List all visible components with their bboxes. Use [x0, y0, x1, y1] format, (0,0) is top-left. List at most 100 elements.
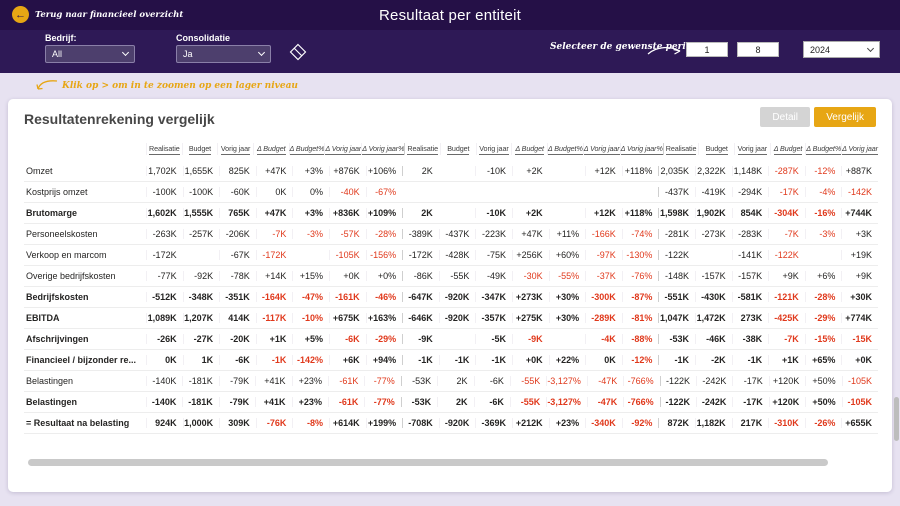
- column-header[interactable]: Δ Budget: [253, 143, 289, 155]
- value-cell: -172K: [146, 250, 183, 260]
- value-cell: 0K: [146, 355, 183, 365]
- value-cell: -181K: [182, 397, 218, 407]
- horizontal-scrollbar[interactable]: [28, 459, 828, 466]
- value-cell: -257K: [183, 229, 220, 239]
- value-cell: -156%: [366, 250, 403, 260]
- row-label[interactable]: Afschrijvingen: [24, 334, 146, 344]
- value-cell: -300K: [585, 292, 622, 302]
- value-cell: 1,182K: [695, 418, 732, 428]
- vertical-scrollbar[interactable]: [894, 397, 899, 441]
- column-header[interactable]: Δ Budget: [770, 143, 806, 155]
- value-cell: +9K: [841, 271, 878, 281]
- row-label[interactable]: Verkoop en marcom: [24, 250, 146, 260]
- column-header[interactable]: Δ Vorig jaar: [324, 143, 361, 155]
- column-header-label: Realisatie: [666, 144, 697, 155]
- bedrijf-select[interactable]: All: [45, 45, 135, 63]
- value-cell: -38K: [732, 334, 769, 344]
- value-cell: -766%: [623, 376, 659, 386]
- table-row: = Resultaat na belasting924K1,000K309K-7…: [24, 413, 878, 434]
- column-header[interactable]: Budget: [440, 143, 476, 155]
- value-cell: 1,555K: [183, 208, 220, 218]
- value-cell: -15%: [805, 334, 842, 344]
- value-cell: -148K: [658, 271, 695, 281]
- column-header[interactable]: Vorig jaar: [217, 143, 253, 155]
- value-cell: +23%: [549, 418, 586, 428]
- value-cell: -92%: [622, 418, 659, 428]
- year-select[interactable]: 2024: [803, 41, 880, 58]
- value-cell: -287K: [768, 166, 805, 176]
- row-label[interactable]: EBITDA: [24, 313, 146, 323]
- value-cell: -6K: [474, 397, 510, 407]
- value-cell: +23%: [292, 397, 328, 407]
- card-title: Resultatenrekening vergelijk: [24, 111, 215, 127]
- value-cell: -30K: [512, 271, 549, 281]
- vergelijk-button[interactable]: Vergelijk: [814, 107, 876, 127]
- value-cell: +12K: [585, 166, 622, 176]
- value-cell: +19K: [841, 250, 878, 260]
- value-cell: -122K: [658, 250, 695, 260]
- value-cell: +11%: [549, 229, 586, 239]
- value-cell: -26K: [146, 334, 183, 344]
- column-header[interactable]: Δ Budget%: [805, 143, 841, 155]
- value-cell: -142K: [841, 187, 878, 197]
- value-cell: -161K: [329, 292, 366, 302]
- column-header[interactable]: Realisatie: [146, 143, 182, 155]
- value-cell: +0K: [512, 355, 549, 365]
- column-header[interactable]: Realisatie: [404, 143, 440, 155]
- column-header[interactable]: Δ Budget%: [289, 143, 325, 155]
- value-cell: +50%: [805, 397, 841, 407]
- value-cell: 273K: [732, 313, 769, 323]
- column-header[interactable]: Δ Vorig jaar: [583, 143, 620, 155]
- row-label[interactable]: Kostprijs omzet: [24, 187, 146, 197]
- detail-button[interactable]: Detail: [760, 107, 810, 127]
- table-row: Financieel / bijzonder re...0K1K-6K-1K-1…: [24, 350, 878, 371]
- table-row: Bedrijfskosten-512K-348K-351K-164K-47%-1…: [24, 287, 878, 308]
- row-label[interactable]: Belastingen: [24, 397, 146, 407]
- value-cell: 1,089K: [146, 313, 183, 323]
- period-end-input[interactable]: [737, 42, 779, 57]
- column-header[interactable]: Δ Budget%: [547, 143, 583, 155]
- column-header[interactable]: Δ Vorig jaar%: [361, 143, 404, 155]
- value-cell: -7K: [256, 229, 293, 239]
- row-label[interactable]: Omzet: [24, 166, 146, 176]
- row-label[interactable]: Financieel / bijzonder re...: [24, 355, 146, 365]
- row-label[interactable]: = Resultaat na belasting: [24, 418, 146, 428]
- value-cell: 2K: [402, 208, 439, 218]
- chevron-down-icon: [867, 44, 874, 51]
- row-label[interactable]: Belastingen: [24, 376, 146, 386]
- value-cell: +1K: [768, 355, 805, 365]
- column-header[interactable]: Budget: [698, 143, 734, 155]
- value-cell: 2,035K: [658, 166, 695, 176]
- value-cell: -766%: [623, 397, 659, 407]
- column-header-label: Δ Budget%: [806, 144, 841, 155]
- consolidatie-select[interactable]: Ja: [176, 45, 271, 63]
- column-header[interactable]: Vorig jaar: [734, 143, 770, 155]
- value-cell: -81%: [622, 313, 659, 323]
- value-cell: -60K: [219, 187, 256, 197]
- bedrijf-label: Bedrijf:: [45, 33, 77, 43]
- value-cell: -920K: [439, 292, 476, 302]
- value-cell: -15K: [841, 334, 878, 344]
- row-label[interactable]: Brutomarge: [24, 208, 146, 218]
- column-header[interactable]: Δ Vorig jaar: [841, 143, 878, 155]
- value-cell: -47%: [292, 292, 329, 302]
- column-header[interactable]: Realisatie: [663, 143, 699, 155]
- column-header[interactable]: Δ Budget: [511, 143, 547, 155]
- row-label[interactable]: Personeelskosten: [24, 229, 146, 239]
- column-header[interactable]: Vorig jaar: [476, 143, 512, 155]
- value-cell: -1K: [439, 355, 476, 365]
- column-header[interactable]: Δ Vorig jaar%: [620, 143, 663, 155]
- value-cell: +3K: [841, 229, 878, 239]
- clear-filters-eraser-icon[interactable]: [288, 42, 308, 67]
- value-cell: -1K: [658, 355, 695, 365]
- value-cell: +23%: [292, 376, 328, 386]
- value-cell: -369K: [475, 418, 512, 428]
- value-cell: -55K: [510, 376, 546, 386]
- value-cell: -437K: [439, 229, 476, 239]
- column-header[interactable]: Budget: [182, 143, 218, 155]
- value-cell: +15%: [292, 271, 329, 281]
- row-label[interactable]: Bedrijfskosten: [24, 292, 146, 302]
- row-label[interactable]: Overige bedrijfskosten: [24, 271, 146, 281]
- period-start-input[interactable]: [686, 42, 728, 57]
- column-header-label: Δ Vorig jaar: [325, 144, 361, 155]
